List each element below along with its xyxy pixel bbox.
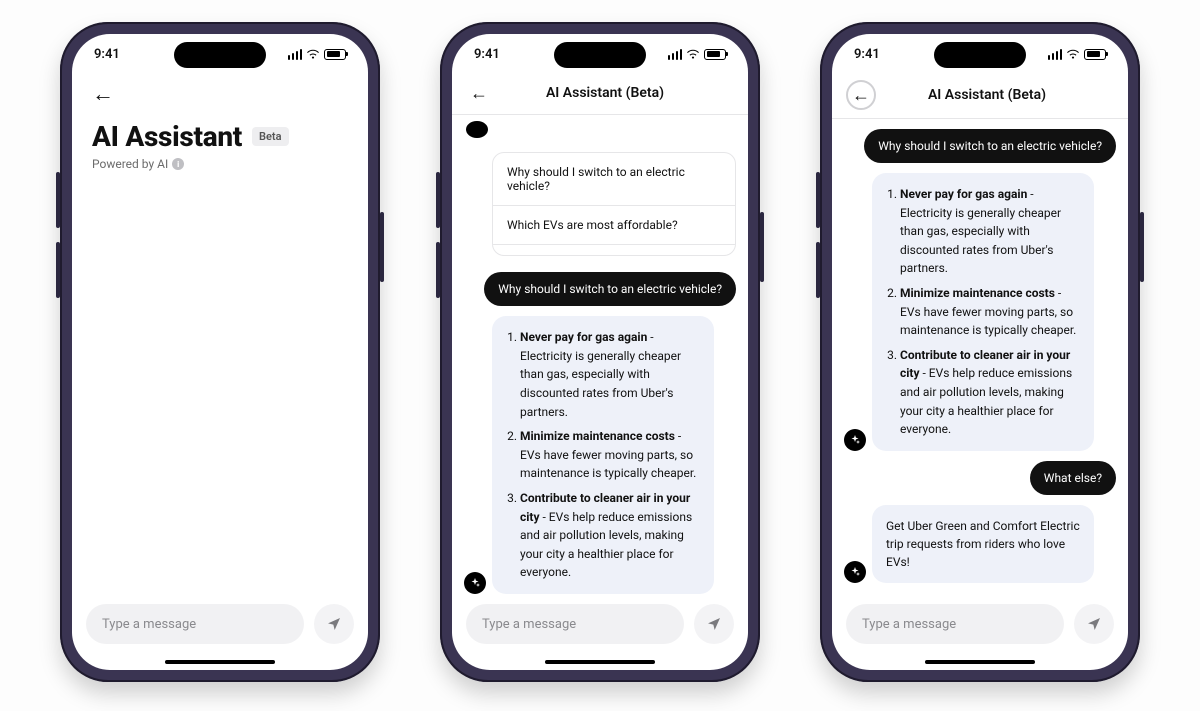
suggestion-item[interactable]: Why should I switch to an electric vehic…	[493, 153, 735, 206]
status-time: 9:41	[854, 47, 880, 62]
list-item: Contribute to cleaner air in your city -…	[900, 346, 1080, 439]
screen-1: 9:41 ← AI Assistant Beta Powered by AI	[72, 34, 368, 670]
composer: Type a message	[72, 594, 368, 660]
sparkle-icon	[849, 434, 861, 446]
home-indicator	[545, 660, 655, 664]
send-icon	[706, 616, 722, 632]
list-item: Minimize maintenance costs - EVs have fe…	[520, 427, 700, 483]
wifi-icon	[686, 47, 700, 61]
header-title: AI Assistant (Beta)	[502, 85, 708, 101]
message-input[interactable]: Type a message	[846, 604, 1064, 644]
chat-content-3[interactable]: Why should I switch to an electric vehic…	[832, 119, 1128, 594]
status-icons	[668, 47, 727, 61]
composer: Type a message	[452, 594, 748, 660]
sparkle-icon	[469, 577, 481, 589]
page-subtitle: Powered by AI i	[92, 157, 348, 171]
suggestion-item[interactable]: Which EVs are most affordable?	[493, 206, 735, 245]
notch	[174, 42, 266, 68]
user-message: What else?	[1030, 461, 1116, 495]
send-icon	[1086, 616, 1102, 632]
back-button[interactable]: ←	[466, 80, 492, 106]
chat-header: ← AI Assistant (Beta)	[832, 74, 1128, 119]
status-icons	[288, 47, 347, 61]
info-icon[interactable]: i	[172, 158, 184, 170]
cellular-icon	[288, 49, 303, 60]
wifi-icon	[306, 47, 320, 61]
screen-3: 9:41 ← AI Assistant (Beta) Why should I …	[832, 34, 1128, 670]
composer: Type a message	[832, 594, 1128, 660]
suggestion-list: Why should I switch to an electric vehic…	[492, 152, 736, 256]
send-icon	[326, 616, 342, 632]
phone-frame-1: 9:41 ← AI Assistant Beta Powered by AI	[60, 22, 380, 682]
phone-frame-2: 9:41 ← AI Assistant (Beta) Why should I …	[440, 22, 760, 682]
chat-content-2[interactable]: Why should I switch to an electric vehic…	[452, 115, 748, 594]
notch	[934, 42, 1026, 68]
chat-header: ← AI Assistant (Beta)	[452, 74, 748, 115]
phone-frame-3: 9:41 ← AI Assistant (Beta) Why should I …	[820, 22, 1140, 682]
beta-badge: Beta	[252, 127, 289, 146]
notch	[554, 42, 646, 68]
list-item: Never pay for gas again - Electricity is…	[520, 328, 700, 421]
screen-2: 9:41 ← AI Assistant (Beta) Why should I …	[452, 34, 748, 670]
message-input[interactable]: Type a message	[86, 604, 304, 644]
ai-avatar-icon	[466, 121, 488, 138]
message-input[interactable]: Type a message	[466, 604, 684, 644]
page-header: ← AI Assistant Beta Powered by AI i	[72, 74, 368, 171]
list-item: Contribute to cleaner air in your city -…	[520, 489, 700, 582]
status-time: 9:41	[474, 47, 500, 62]
home-indicator	[165, 660, 275, 664]
home-indicator	[925, 660, 1035, 664]
page-title: AI Assistant	[92, 120, 242, 153]
header-title: AI Assistant (Beta)	[886, 87, 1088, 103]
ai-bubble: Never pay for gas again - Electricity is…	[872, 173, 1094, 451]
send-button[interactable]	[694, 604, 734, 644]
cellular-icon	[668, 49, 683, 60]
suggestion-item[interactable]: How can I find charging stations?	[493, 245, 735, 256]
wifi-icon	[1066, 47, 1080, 61]
list-item: Never pay for gas again - Electricity is…	[900, 185, 1080, 278]
battery-icon	[324, 49, 346, 60]
sparkle-icon	[849, 566, 861, 578]
ai-avatar-icon	[844, 561, 866, 583]
back-button[interactable]: ←	[92, 84, 348, 106]
user-message: Why should I switch to an electric vehic…	[864, 129, 1116, 163]
ai-bubble: Never pay for gas again - Electricity is…	[492, 316, 714, 594]
ai-message: Get Uber Green and Comfort Electric trip…	[844, 505, 1094, 583]
list-item: Minimize maintenance costs - EVs have fe…	[900, 284, 1080, 340]
send-button[interactable]	[314, 604, 354, 644]
cellular-icon	[1048, 49, 1063, 60]
ai-message: Never pay for gas again - Electricity is…	[844, 173, 1094, 451]
back-button[interactable]: ←	[846, 80, 876, 110]
user-message: Why should I switch to an electric vehic…	[484, 272, 736, 306]
ai-bubble: Get Uber Green and Comfort Electric trip…	[872, 505, 1094, 583]
content-1: ← AI Assistant Beta Powered by AI i	[72, 74, 368, 594]
ai-message: Never pay for gas again - Electricity is…	[464, 316, 714, 594]
ai-avatar-icon	[844, 429, 866, 451]
stage: 9:41 ← AI Assistant Beta Powered by AI	[0, 0, 1200, 711]
battery-icon	[1084, 49, 1106, 60]
status-icons	[1048, 47, 1107, 61]
ai-avatar-icon	[464, 572, 486, 594]
battery-icon	[704, 49, 726, 60]
status-time: 9:41	[94, 47, 120, 62]
send-button[interactable]	[1074, 604, 1114, 644]
